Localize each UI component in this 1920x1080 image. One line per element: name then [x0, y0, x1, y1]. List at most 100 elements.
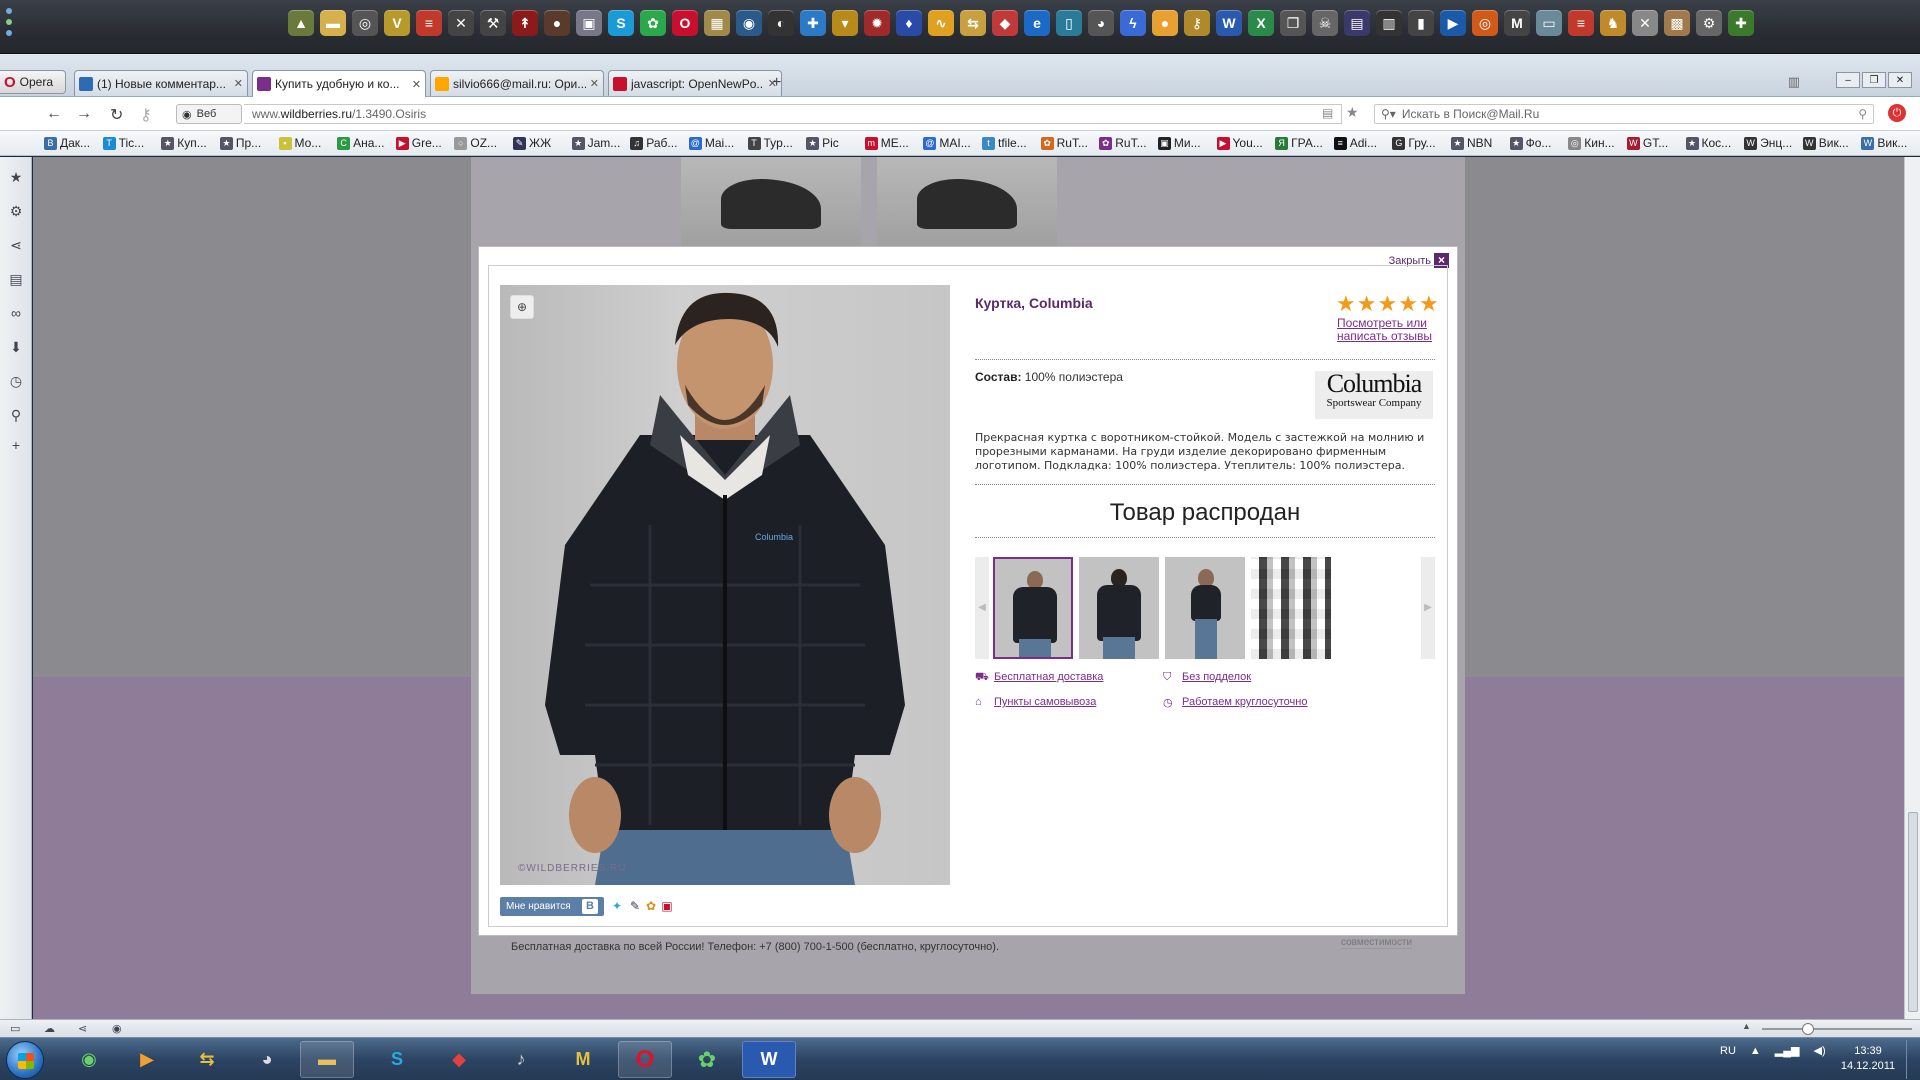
- search-input[interactable]: ⚲▾ Искать в Поиск@Mail.Ru ⚲: [1374, 104, 1874, 124]
- rss-icon[interactable]: ▤: [1322, 106, 1333, 120]
- mailru-icon[interactable]: ✿: [643, 898, 659, 914]
- share-icon[interactable]: ⋖: [78, 1022, 92, 1035]
- browser-tab[interactable]: javascript: OpenNewPo... ✕: [608, 70, 782, 96]
- globe-icon[interactable]: ◉: [736, 10, 762, 36]
- livejournal-icon[interactable]: ✎: [627, 898, 643, 914]
- archive-icon[interactable]: ▦: [704, 10, 730, 36]
- winamp-icon[interactable]: ▤: [1344, 10, 1370, 36]
- ftp-icon[interactable]: ⇆: [960, 10, 986, 36]
- thumbnail-back[interactable]: [1079, 557, 1159, 659]
- bookmark-item[interactable]: ✿ RuT...: [1099, 136, 1158, 150]
- taskbar-office-icon[interactable]: ◆: [432, 1041, 486, 1078]
- bookmark-item[interactable]: ★ Кос...: [1685, 136, 1745, 150]
- star-icon[interactable]: ★: [1336, 293, 1356, 315]
- bookmark-item[interactable]: T Typ...: [747, 136, 807, 150]
- star-icon[interactable]: ★: [1377, 293, 1397, 315]
- bookmark-item[interactable]: ★ Куп...: [161, 136, 220, 150]
- thumbnail-lining[interactable]: [1251, 557, 1331, 659]
- taskbar-word-icon[interactable]: W: [742, 1041, 796, 1078]
- bookmark-item[interactable]: @ Mai...: [688, 136, 748, 150]
- taskbar-alien-icon[interactable]: ◕: [240, 1041, 294, 1078]
- taskbar-icq-icon[interactable]: ✿: [680, 1041, 734, 1078]
- hammer-icon[interactable]: ⚒: [480, 10, 506, 36]
- add-icon[interactable]: ✚: [1728, 10, 1754, 36]
- dock-app-icon[interactable]: ▲: [288, 10, 314, 36]
- bookmark-item[interactable]: Я ГРА...: [1275, 136, 1334, 150]
- network-icon[interactable]: ▂▄▆: [1775, 1044, 1800, 1057]
- bookmark-item[interactable]: W Вик...: [1802, 136, 1862, 150]
- scrollbar-thumb[interactable]: [1908, 812, 1918, 1012]
- taskbar-guitar-icon[interactable]: ♪: [494, 1041, 548, 1078]
- phone-icon[interactable]: ▯: [1056, 10, 1082, 36]
- search-panel-icon[interactable]: ⚲: [8, 407, 24, 423]
- speed-icon[interactable]: ϟ: [1120, 10, 1146, 36]
- wave-icon[interactable]: M: [1504, 10, 1530, 36]
- bug-icon[interactable]: ✹: [864, 10, 890, 36]
- bookmark-star-icon[interactable]: ★: [1346, 104, 1359, 121]
- taskbar-ftp-icon[interactable]: ⇆: [180, 1041, 234, 1078]
- opera-menu-button[interactable]: O Opera: [0, 70, 66, 94]
- network-icon[interactable]: ✚: [800, 10, 826, 36]
- carousel-prev-arrow-icon[interactable]: ◀: [975, 557, 989, 659]
- security-badge[interactable]: ◉ Веб: [176, 104, 242, 124]
- rss-icon[interactable]: ∿: [928, 10, 954, 36]
- tool-icon[interactable]: ✕: [448, 10, 474, 36]
- zoom-menu-icon[interactable]: ▲: [1742, 1021, 1751, 1031]
- browser-tab[interactable]: (1) Новые комментар... ✕: [74, 70, 248, 96]
- photo-icon[interactable]: ▩: [1664, 10, 1690, 36]
- background-product-image[interactable]: [681, 157, 861, 249]
- taskbar-opera-icon[interactable]: O: [618, 1041, 672, 1078]
- show-desktop-button[interactable]: [1906, 1040, 1918, 1079]
- bookmark-item[interactable]: ▶ Gre...: [395, 136, 455, 150]
- word-icon[interactable]: W: [1216, 10, 1242, 36]
- reload-icon[interactable]: ↻: [110, 105, 123, 125]
- folder-icon[interactable]: ▬: [320, 10, 346, 36]
- image-icon[interactable]: ▣: [576, 10, 602, 36]
- taskbar-skype-icon[interactable]: S: [370, 1041, 424, 1078]
- taskbar-globe-icon[interactable]: ◉: [62, 1041, 116, 1078]
- app-red-icon[interactable]: ≡: [416, 10, 442, 36]
- tray-arrow-icon[interactable]: ▲: [1750, 1045, 1761, 1057]
- app-red2-icon[interactable]: ≡: [1568, 10, 1594, 36]
- bookmarks-star-icon[interactable]: ★: [8, 169, 24, 185]
- opera-icon[interactable]: O: [672, 10, 698, 36]
- cross-icon[interactable]: ✕: [1632, 10, 1658, 36]
- bookmark-item[interactable]: ✎ ЖЖ: [513, 136, 572, 150]
- taskbar-explorer-icon[interactable]: ▬: [300, 1041, 354, 1078]
- feature-pickup-points[interactable]: ⌂ Пункты самовывоза: [975, 696, 1096, 708]
- bookmark-item[interactable]: ○ OZ...: [454, 136, 513, 150]
- search-icon[interactable]: ⚲: [1858, 107, 1867, 121]
- target-icon[interactable]: ◎: [1472, 10, 1498, 36]
- bookmark-item[interactable]: m ME...: [864, 136, 924, 150]
- bookmark-item[interactable]: W GT...: [1626, 136, 1686, 150]
- thumbnail-full[interactable]: [1165, 557, 1245, 659]
- feature-24h[interactable]: ◷ Работаем круглосуточно: [1163, 696, 1308, 709]
- ie-icon[interactable]: e: [1024, 10, 1050, 36]
- tab-close-icon[interactable]: ✕: [412, 78, 421, 91]
- speed-dial-icon[interactable]: ◉: [112, 1022, 126, 1035]
- language-indicator[interactable]: RU: [1720, 1045, 1736, 1057]
- power-icon[interactable]: ⏻: [1888, 104, 1906, 122]
- gamepad-icon[interactable]: ◎: [352, 10, 378, 36]
- bookmark-item[interactable]: ★ Jam...: [571, 136, 631, 150]
- bookmark-item[interactable]: ★ Фо...: [1509, 136, 1569, 150]
- downloads-icon[interactable]: ⬇: [8, 339, 24, 355]
- star-icon[interactable]: ★: [1398, 293, 1418, 315]
- compat-link[interactable]: совместимости: [1341, 937, 1413, 949]
- bookmark-item[interactable]: @ MAI...: [923, 136, 982, 150]
- feature-no-fakes[interactable]: ⛉ Без подделок: [1163, 671, 1251, 683]
- ball-icon[interactable]: ●: [1152, 10, 1178, 36]
- close-window-icon[interactable]: ✕: [1888, 72, 1912, 88]
- taskbar-wave-icon[interactable]: M: [556, 1041, 610, 1078]
- bookmark-item[interactable]: W Энц...: [1744, 136, 1803, 150]
- skull-icon[interactable]: ☠: [1312, 10, 1338, 36]
- wolf-icon[interactable]: ♞: [1600, 10, 1626, 36]
- feature-free-delivery[interactable]: ⛟ Бесплатная доставка: [975, 671, 1103, 683]
- bookmark-item[interactable]: ≡ Adi...: [1333, 136, 1393, 150]
- volume-icon[interactable]: ◀): [1814, 1044, 1826, 1057]
- search-engine-icon[interactable]: ⚲▾: [1381, 107, 1396, 121]
- zoom-icon[interactable]: ⊕: [510, 295, 534, 319]
- new-tab-button[interactable]: +: [772, 74, 781, 92]
- forward-arrow-icon[interactable]: →: [76, 105, 92, 123]
- trash-icon[interactable]: ▥: [1788, 74, 1800, 90]
